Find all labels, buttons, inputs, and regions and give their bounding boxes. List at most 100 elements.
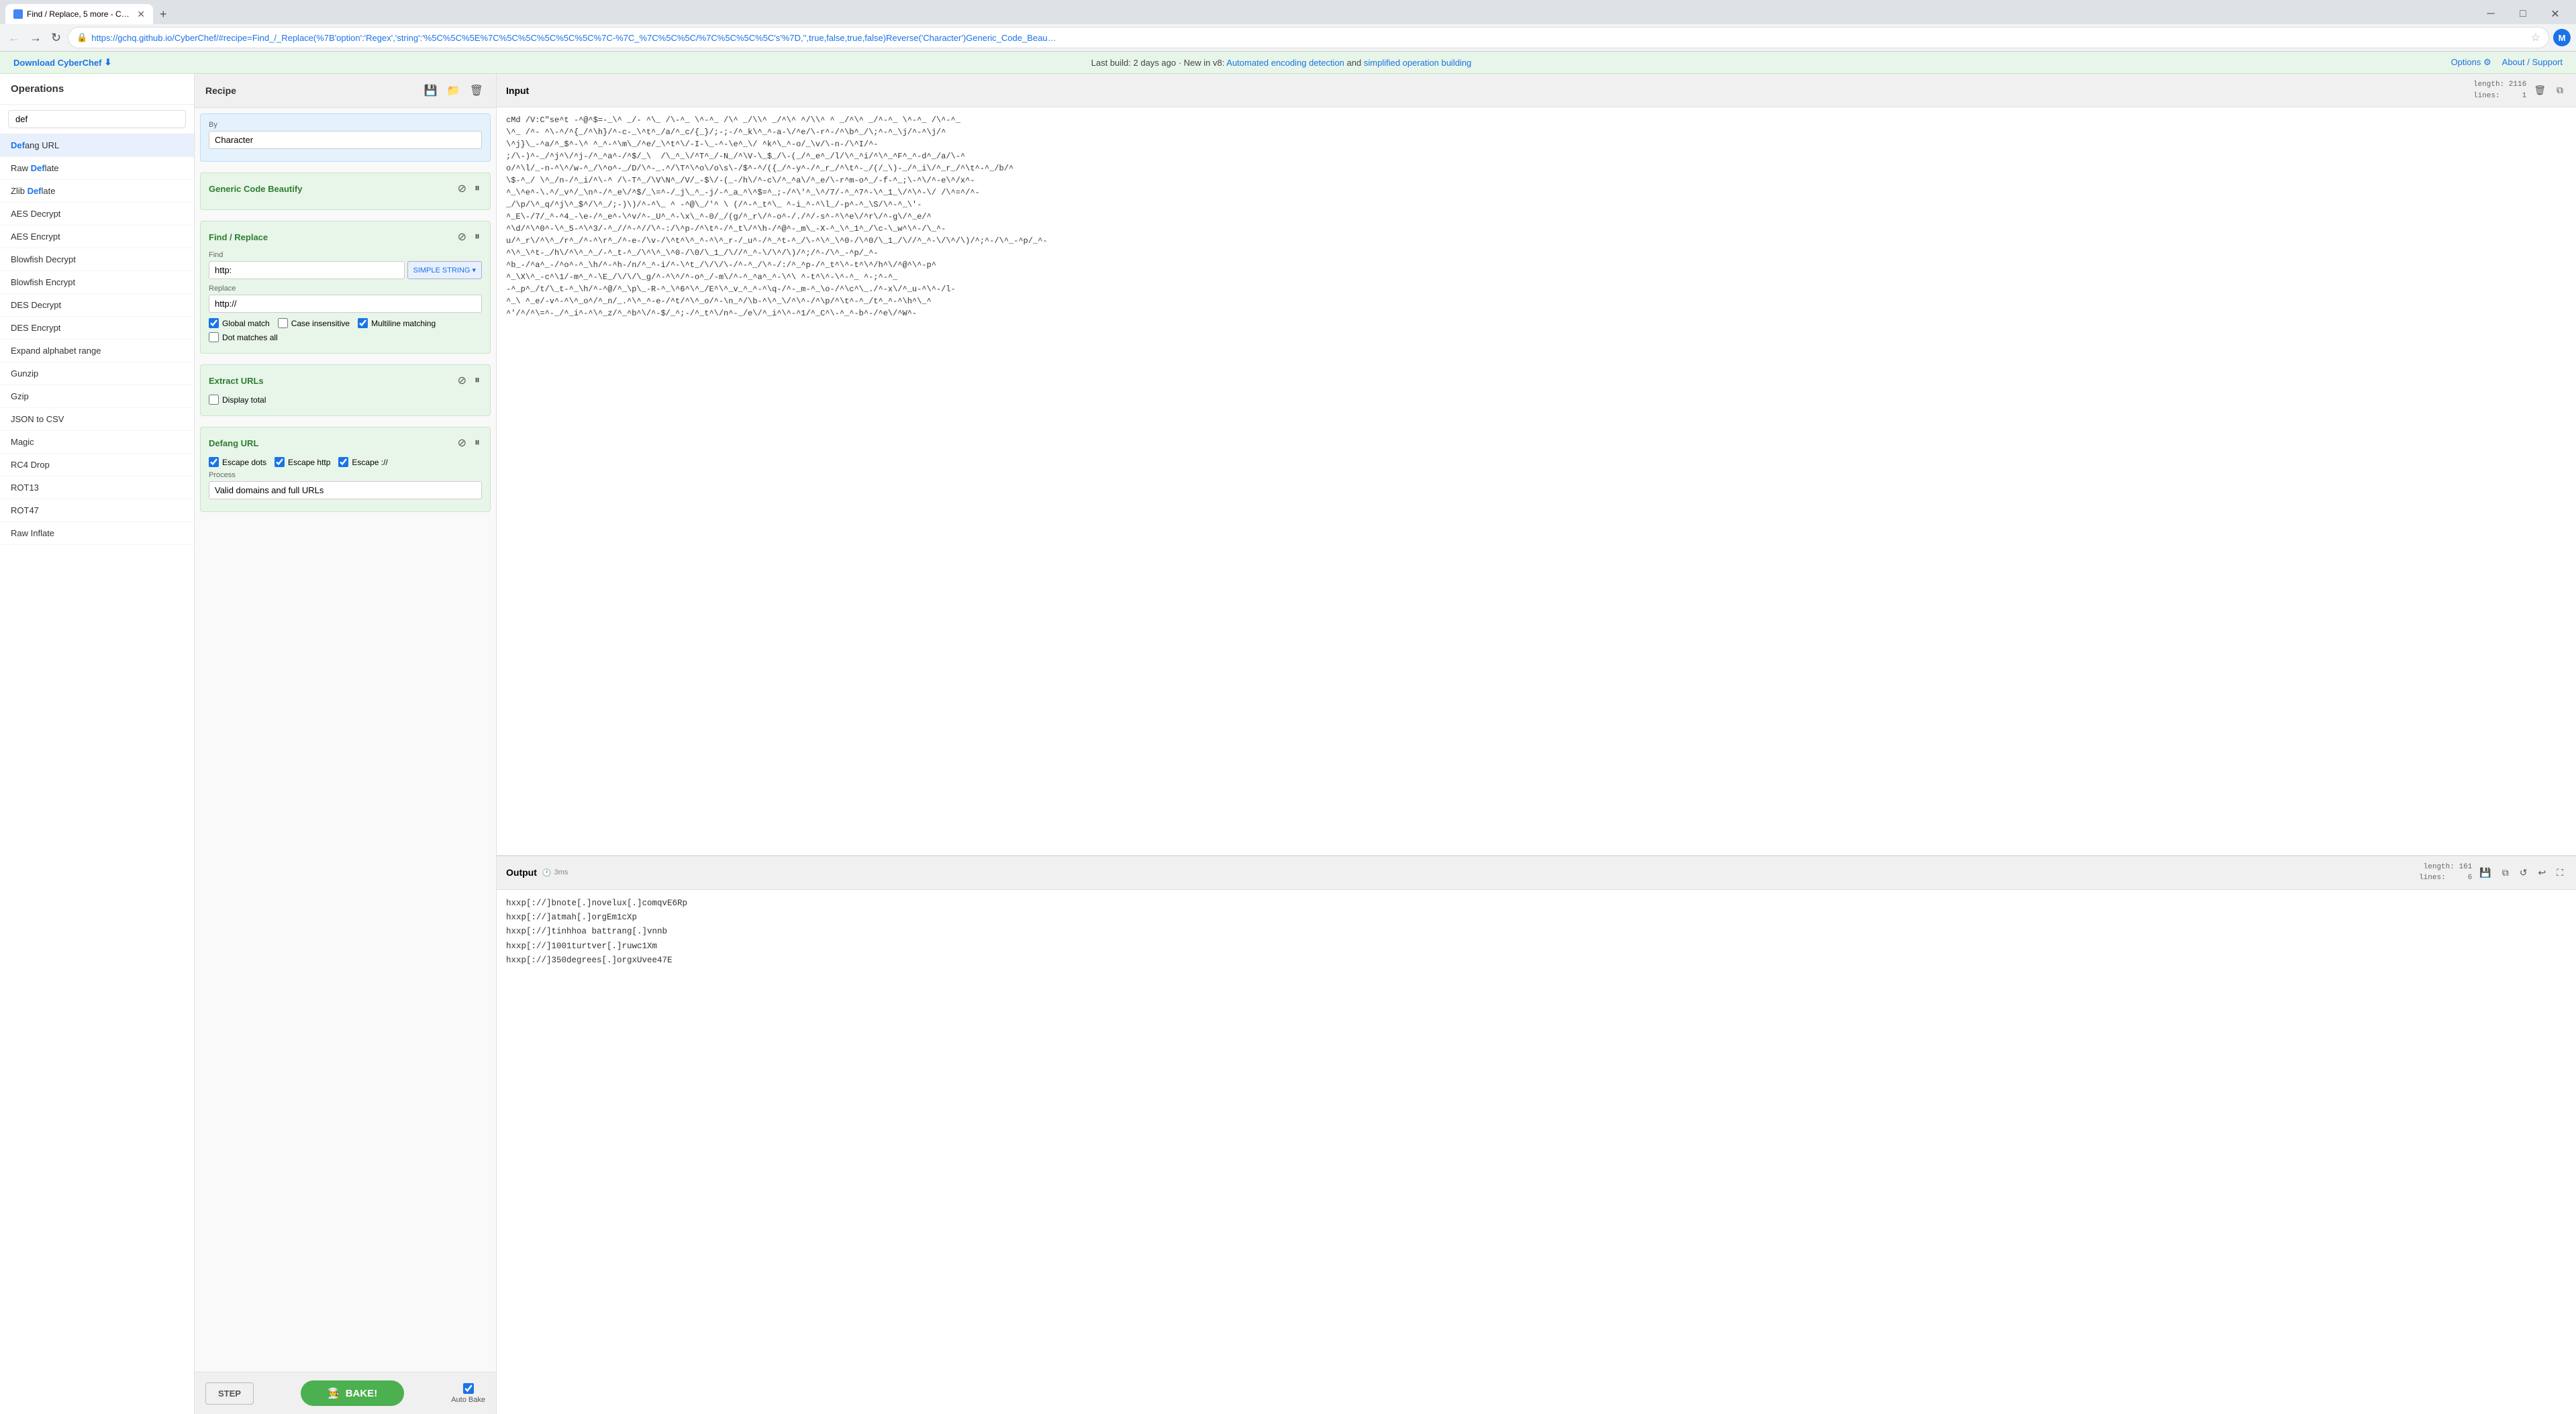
address-bar[interactable]: 🔒 https://gchq.github.io/CyberChef/#reci…	[68, 27, 2549, 48]
bookmark-icon[interactable]: ☆	[2531, 31, 2540, 44]
dot-matches-all-checkbox[interactable]: Dot matches all	[209, 332, 278, 342]
bake-row: STEP 👨‍🍳 BAKE! Auto Bake	[195, 1372, 496, 1414]
escape-slashes-checkbox[interactable]: Escape ://	[338, 457, 387, 467]
escape-http-input[interactable]	[275, 457, 285, 467]
case-insensitive-input[interactable]	[278, 318, 288, 328]
close-button[interactable]: ✕	[2540, 4, 2571, 24]
input-copy-button[interactable]: ⧉	[2553, 83, 2567, 98]
sidebar-item-des-decrypt[interactable]: DES Decrypt	[0, 294, 194, 317]
browser-chrome: Find / Replace, 5 more - CyberC… ✕ + ─ □…	[0, 0, 2576, 52]
io-area: Input length: 2116 lines: 1 🗑 ⧉ cMd /V:C…	[497, 74, 2576, 1414]
app-layout: Operations Defang URL Raw Deflate Zlib D…	[0, 74, 2576, 1414]
about-support-link[interactable]: About / Support	[2502, 57, 2563, 68]
sidebar-item-gunzip[interactable]: Gunzip	[0, 362, 194, 385]
download-icon: ⬇	[104, 57, 111, 68]
gcb-toggle-button[interactable]: ⊘	[456, 180, 468, 197]
input-title: Input	[506, 85, 529, 96]
sidebar-title: Operations	[0, 74, 194, 105]
eu-pause-button[interactable]: ⏸	[473, 372, 482, 389]
sidebar-item-aes-decrypt[interactable]: AES Decrypt	[0, 203, 194, 225]
minimize-button[interactable]: ─	[2475, 4, 2506, 24]
sidebar-item-json-to-csv[interactable]: JSON to CSV	[0, 408, 194, 431]
output-save-button[interactable]: 💾	[2476, 865, 2494, 880]
escape-dots-checkbox[interactable]: Escape dots	[209, 457, 266, 467]
sidebar-item-defang-url[interactable]: Defang URL	[0, 134, 194, 157]
multiline-input[interactable]	[358, 318, 368, 328]
sidebar-item-gzip[interactable]: Gzip	[0, 385, 194, 408]
escape-slashes-input[interactable]	[338, 457, 348, 467]
output-stats: length: 161 lines: 6	[2419, 862, 2472, 884]
du-toggle-button[interactable]: ⊘	[456, 434, 468, 452]
escape-dots-input[interactable]	[209, 457, 219, 467]
sidebar-item-rot13[interactable]: ROT13	[0, 476, 194, 499]
process-input[interactable]	[209, 481, 482, 499]
save-recipe-button[interactable]: 💾	[422, 82, 440, 99]
tab-title: Find / Replace, 5 more - CyberC…	[27, 9, 133, 19]
profile-avatar[interactable]: M	[2553, 29, 2571, 46]
load-recipe-button[interactable]: 📁	[445, 82, 462, 99]
output-section: Output 🕐 3ms length: 161 lines: 6 💾 ⧉ ↺ …	[497, 856, 2576, 1414]
search-box	[0, 105, 194, 134]
sidebar-item-des-encrypt[interactable]: DES Encrypt	[0, 317, 194, 340]
active-tab[interactable]: Find / Replace, 5 more - CyberC… ✕	[5, 4, 153, 24]
defang-url-step: Defang URL ⊘ ⏸ Escape dots Escape http E	[200, 427, 491, 512]
output-header-left: Output 🕐 3ms	[506, 867, 568, 878]
by-input[interactable]	[209, 131, 482, 149]
global-match-checkbox[interactable]: Global match	[209, 318, 270, 328]
multiline-matching-checkbox[interactable]: Multiline matching	[358, 318, 436, 328]
sidebar-item-magic[interactable]: Magic	[0, 431, 194, 454]
back-button[interactable]: ←	[5, 28, 23, 48]
encoding-link[interactable]: Automated encoding detection	[1226, 58, 1344, 68]
auto-bake-input[interactable]	[463, 1383, 474, 1394]
input-textarea[interactable]: cMd /V:C"se^t -^@^$=-_\^ _/- ^\_ /\-^_ \…	[497, 107, 2576, 855]
step-button[interactable]: STEP	[205, 1382, 254, 1405]
sidebar-item-blowfish-decrypt[interactable]: Blowfish Decrypt	[0, 248, 194, 271]
fr-pause-button[interactable]: ⏸	[473, 228, 482, 246]
eu-toggle-button[interactable]: ⊘	[456, 372, 468, 389]
sidebar-item-aes-encrypt[interactable]: AES Encrypt	[0, 225, 194, 248]
sidebar-item-raw-inflate[interactable]: Raw Inflate	[0, 522, 194, 545]
sidebar-item-zlib-deflate[interactable]: Zlib Deflate	[0, 180, 194, 203]
input-clear-button[interactable]: 🗑	[2530, 83, 2549, 98]
output-reload-button[interactable]: ↺	[2516, 865, 2531, 880]
recipe-header: Recipe 💾 📁 🗑	[195, 74, 496, 108]
maximize-button[interactable]: □	[2508, 4, 2538, 24]
window-controls: ─ □ ✕	[2475, 4, 2571, 24]
sidebar-item-expand-alphabet-range[interactable]: Expand alphabet range	[0, 340, 194, 362]
new-tab-button[interactable]: +	[156, 6, 171, 23]
eu-actions: ⊘ ⏸	[456, 372, 482, 389]
sidebar-item-raw-deflate[interactable]: Raw Deflate	[0, 157, 194, 180]
replace-input[interactable]	[209, 295, 482, 313]
sidebar-item-rot47[interactable]: ROT47	[0, 499, 194, 522]
find-input[interactable]	[209, 261, 405, 279]
output-undo-button[interactable]: ↩	[2534, 865, 2549, 880]
gcb-pause-button[interactable]: ⏸	[473, 180, 482, 197]
escape-http-checkbox[interactable]: Escape http	[275, 457, 330, 467]
sidebar-item-blowfish-encrypt[interactable]: Blowfish Encrypt	[0, 271, 194, 294]
find-row: SIMPLE STRING ▾	[209, 261, 482, 279]
du-actions: ⊘ ⏸	[456, 434, 482, 452]
operation-link[interactable]: simplified operation building	[1364, 58, 1471, 68]
close-tab-icon[interactable]: ✕	[137, 9, 145, 19]
lock-icon: 🔒	[77, 32, 87, 43]
case-insensitive-checkbox[interactable]: Case insensitive	[278, 318, 350, 328]
du-title: Defang URL	[209, 438, 258, 448]
display-total-checkbox[interactable]: Display total	[209, 395, 266, 405]
output-time-badge: 🕐 3ms	[542, 868, 568, 877]
output-expand-button[interactable]: ⛶	[2553, 865, 2567, 880]
output-copy-button[interactable]: ⧉	[2499, 865, 2512, 880]
forward-button[interactable]: →	[27, 28, 44, 48]
reload-button[interactable]: ↻	[48, 28, 64, 48]
sidebar-item-rc4-drop[interactable]: RC4 Drop	[0, 454, 194, 476]
download-cyberchef-button[interactable]: Download CyberChef ⬇	[13, 57, 111, 68]
global-match-input[interactable]	[209, 318, 219, 328]
search-input[interactable]	[8, 110, 186, 128]
fr-toggle-button[interactable]: ⊘	[456, 228, 468, 246]
dot-matches-input[interactable]	[209, 332, 219, 342]
du-pause-button[interactable]: ⏸	[473, 434, 482, 452]
options-link[interactable]: Options ⚙	[2451, 57, 2491, 68]
bake-button[interactable]: 👨‍🍳 BAKE!	[301, 1380, 404, 1406]
find-type-selector[interactable]: SIMPLE STRING ▾	[407, 261, 483, 279]
display-total-input[interactable]	[209, 395, 219, 405]
clear-recipe-button[interactable]: 🗑	[468, 82, 485, 99]
